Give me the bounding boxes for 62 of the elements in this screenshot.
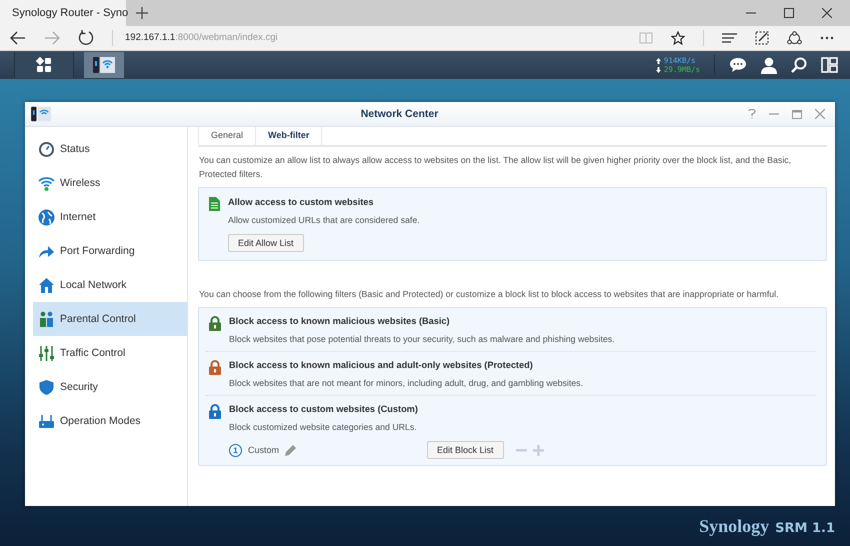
sidebar-item[interactable]: Security [33, 370, 187, 404]
tab[interactable]: Web-filter [255, 127, 322, 145]
router-icon [93, 55, 115, 75]
maximize-icon[interactable] [784, 8, 794, 18]
list-name: Custom [248, 445, 280, 455]
more-icon[interactable] [820, 36, 834, 40]
filter-description: Block websites that pose potential threats to your security, such as malware and phishing websites. [229, 333, 616, 345]
router-icon [38, 412, 55, 430]
browser-tab[interactable]: Synology Router - Syno [0, 0, 126, 26]
brand-logo: Synology [699, 516, 770, 537]
down-arrow-icon [656, 66, 661, 72]
router-icon [31, 105, 51, 123]
filter-description: Block websites that are not meant for minors, including adult, drug, and gambling websites. [229, 377, 584, 389]
sidebar-item[interactable]: Port Forwarding [33, 234, 187, 268]
sidebar-item[interactable]: Internet [33, 200, 187, 234]
section-title: Allow access to custom websites [228, 196, 375, 209]
menu-icon[interactable] [722, 33, 737, 43]
chat-icon[interactable] [729, 57, 747, 73]
sidebar-item[interactable]: Parental Control [33, 302, 187, 336]
grid-icon [36, 57, 52, 73]
sidebar-item[interactable]: Status [33, 132, 187, 166]
sidebar-item[interactable]: Local Network [33, 268, 187, 302]
star-icon[interactable] [671, 31, 685, 45]
intro-text: You can customize an allow list to always allow access to websites on the list. The allow list will be given higher priority over the block list, and the Basic, Protected filters. [199, 154, 792, 181]
wifi-icon [38, 174, 55, 192]
window-title: Network Center [360, 108, 440, 120]
edit-allow-list-button[interactable]: Edit Allow List [228, 234, 304, 252]
pencil-icon[interactable] [285, 444, 298, 456]
shield-icon [38, 378, 55, 396]
help-icon[interactable] [748, 109, 756, 119]
router-app-button[interactable] [84, 52, 124, 78]
main-menu-button[interactable] [14, 52, 74, 78]
tab[interactable]: General [198, 127, 256, 145]
filter-title: Block access to known malicious and adult-only websites (Protected) [229, 359, 534, 372]
edit-block-list-button[interactable]: Edit Block List [427, 441, 504, 459]
sidebar-item[interactable]: Wireless [33, 166, 187, 200]
product-version: SRM 1.1 [775, 521, 835, 536]
filter-title: Block access to custom websites (Custom) [229, 403, 419, 416]
back-icon[interactable] [10, 31, 26, 45]
close-icon[interactable] [822, 8, 832, 18]
filter-title: Block access to known malicious websites (Basic) [229, 315, 451, 328]
search-icon[interactable] [791, 57, 807, 73]
note-icon[interactable] [755, 31, 769, 45]
globe-icon [38, 208, 55, 226]
document-icon [209, 197, 220, 211]
sidebar-item[interactable]: Traffic Control [33, 336, 187, 370]
widgets-icon[interactable] [821, 57, 838, 73]
plus-icon[interactable] [136, 7, 148, 19]
sliders-icon [38, 344, 55, 362]
gauge-icon [38, 140, 55, 158]
filter-description: Block customized website categories and URLs. [229, 421, 418, 433]
user-icon[interactable] [761, 56, 777, 74]
intro-text: You can choose from the following filters (Basic and Protected) or customize a block list to block access to websites that are inappropriate or harmful. [199, 288, 780, 301]
count-badge: 1 [229, 444, 242, 456]
share-icon[interactable] [787, 31, 802, 45]
sidebar-item[interactable]: Operation Modes [33, 404, 187, 438]
address-field[interactable]: 192.167.1.1:8000/webman/index.cgi [112, 30, 278, 46]
refresh-icon[interactable] [78, 30, 94, 46]
house-icon [38, 276, 55, 294]
up-arrow-icon [656, 58, 661, 64]
section-description: Allow customized URLs that are considered safe. [228, 214, 421, 226]
family-icon [38, 310, 55, 328]
